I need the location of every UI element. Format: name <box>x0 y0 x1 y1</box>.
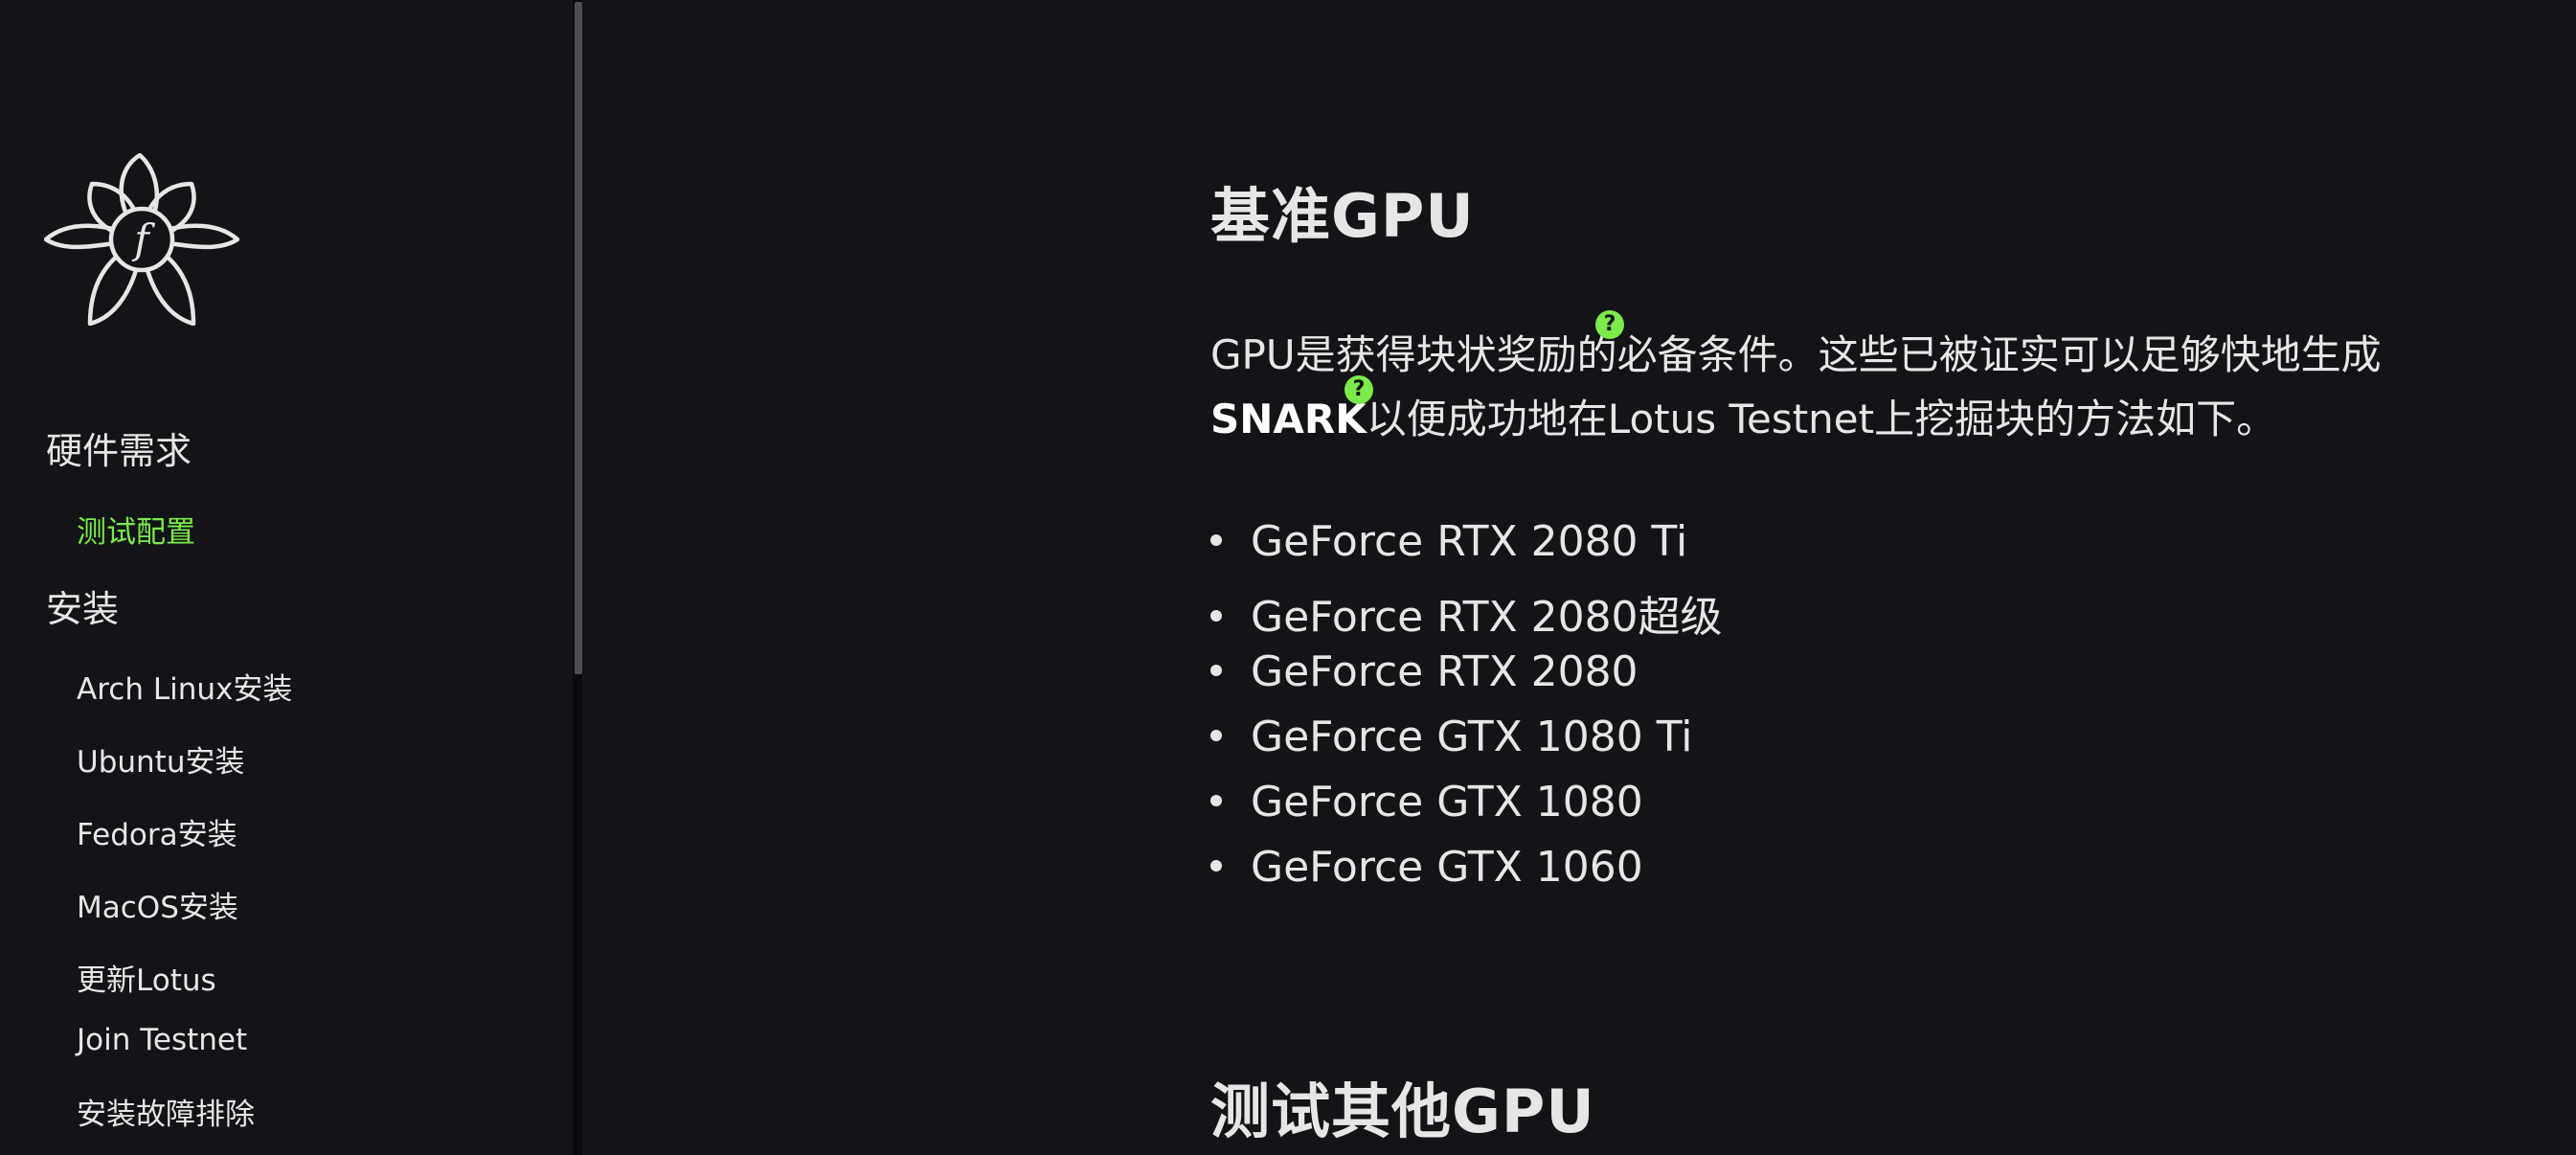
bullet-icon <box>1210 860 1222 872</box>
sidebar-scrollbar-thumb[interactable] <box>575 2 582 674</box>
intro-text-part2: 的必备条件。这些已被证实可以足够快地生成 <box>1576 331 2382 378</box>
bullet-icon <box>1210 610 1222 622</box>
intro-paragraph-line1: GPU是获得块状奖励的必备条件。这些已被证实可以足够快地生成 <box>1210 323 2382 381</box>
sidebar-item-fedora[interactable]: Fedora安装 <box>77 810 237 853</box>
gpu-name: GeForce RTX 2080 Ti <box>1251 517 1688 566</box>
sidebar-item-join-testnet[interactable]: Join Testnet <box>77 1023 247 1057</box>
list-item: GeForce GTX 1080 <box>1210 778 1643 827</box>
list-item: GeForce RTX 2080超级 <box>1210 582 1723 644</box>
gpu-name: GeForce RTX 2080超级 <box>1251 593 1723 642</box>
list-item: GeForce RTX 2080 <box>1210 647 1638 696</box>
gpu-name: GeForce GTX 1060 <box>1251 843 1643 892</box>
gpu-name: GeForce GTX 1080 Ti <box>1251 713 1693 761</box>
sidebar-item-test-config[interactable]: 测试配置 <box>77 508 195 551</box>
bullet-icon <box>1210 665 1222 676</box>
glossary-hint-icon[interactable]: ? <box>1344 375 1373 404</box>
glossary-hint-icon[interactable]: ? <box>1595 310 1624 339</box>
sidebar-section-hardware[interactable]: 硬件需求 <box>46 421 192 474</box>
sidebar-item-troubleshooting[interactable]: 安装故障排除 <box>77 1090 255 1133</box>
heading-benchmark-gpu: 基准GPU <box>1210 181 1475 251</box>
list-item: GeForce GTX 1060 <box>1210 843 1643 892</box>
list-item: GeForce RTX 2080 Ti <box>1210 517 1687 566</box>
gpu-name: GeForce GTX 1080 <box>1251 778 1643 827</box>
sidebar-item-arch-linux[interactable]: Arch Linux安装 <box>77 665 292 708</box>
gpu-name: GeForce RTX 2080 <box>1251 647 1638 696</box>
sidebar-section-install[interactable]: 安装 <box>46 579 119 632</box>
intro-text-part3: 以便成功地在Lotus Testnet上挖掘块的方法如下。 <box>1366 396 2277 442</box>
sidebar-item-macos[interactable]: MacOS安装 <box>77 883 238 926</box>
list-item: GeForce GTX 1080 Ti <box>1210 713 1692 761</box>
intro-text-part1: GPU是获得块状奖励 <box>1210 331 1577 378</box>
bullet-icon <box>1210 534 1222 546</box>
sidebar: f 硬件需求 测试配置 安装 Arch Linux安装 Ubuntu安装 Fed… <box>0 0 573 1155</box>
sidebar-item-update-lotus[interactable]: 更新Lotus <box>77 956 216 999</box>
sidebar-item-ubuntu[interactable]: Ubuntu安装 <box>77 737 244 781</box>
heading-test-other-gpu: 测试其他GPU <box>1210 1076 1595 1146</box>
bullet-icon <box>1210 730 1222 741</box>
snark-term: SNARK <box>1210 396 1367 442</box>
filecoin-flower-logo[interactable]: f <box>44 153 239 326</box>
bullet-icon <box>1210 795 1222 806</box>
